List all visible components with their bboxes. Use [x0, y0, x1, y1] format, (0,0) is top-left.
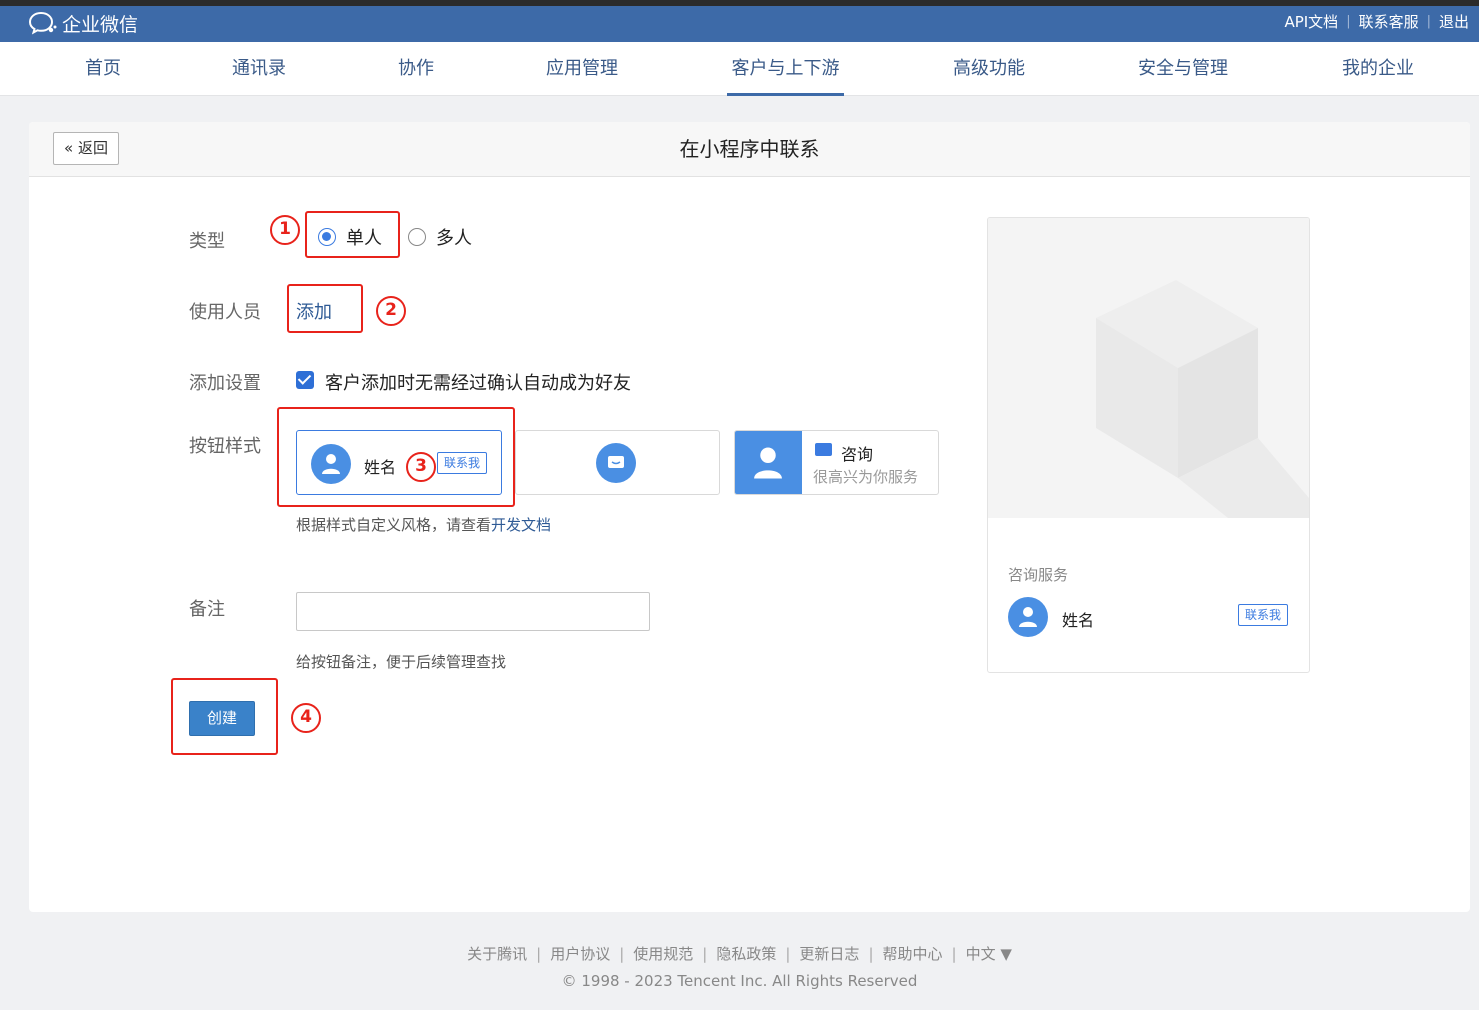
annotation-box-4 [171, 678, 278, 755]
nav-collaboration[interactable]: 协作 [376, 42, 456, 96]
annotation-box-3 [277, 407, 515, 507]
api-docs-link[interactable]: API文档 [1284, 11, 1338, 32]
auto-accept-checkbox[interactable] [296, 371, 314, 389]
nav-advanced[interactable]: 高级功能 [939, 42, 1039, 96]
footer-links: 关于腾讯 | 用户协议 | 使用规范 | 隐私政策 | 更新日志 | 帮助中心 | 中文 ▼ [0, 943, 1479, 964]
type-label: 类型 [189, 231, 225, 252]
users-label: 使用人员 [189, 302, 261, 323]
logo[interactable]: 企业微信 [28, 8, 138, 38]
annotation-box-2 [287, 284, 363, 333]
footer-usage-rules[interactable]: 使用规范 [633, 945, 693, 963]
nav-home[interactable]: 首页 [63, 42, 143, 96]
cube-placeholder-icon [1096, 280, 1309, 518]
chat-icon [815, 443, 832, 456]
contact-support-link[interactable]: 联系客服 [1359, 11, 1419, 32]
preview-card: 咨询服务 姓名 联系我 [987, 217, 1310, 673]
footer-about[interactable]: 关于腾讯 [467, 945, 527, 963]
remark-input[interactable] [296, 592, 650, 631]
button-style-label: 按钮样式 [189, 436, 261, 457]
logout-link[interactable]: 退出 [1439, 11, 1469, 32]
page-title: 在小程序中联系 [679, 137, 820, 161]
logo-text: 企业微信 [62, 13, 139, 36]
separator: | [1426, 13, 1431, 29]
remark-label: 备注 [189, 599, 225, 620]
separator: | [951, 945, 957, 963]
dev-docs-link[interactable]: 开发文档 [491, 516, 551, 534]
footer-help[interactable]: 帮助中心 [883, 945, 943, 963]
annotation-number-1: 1 [270, 215, 300, 245]
user-icon [1019, 607, 1037, 627]
separator: | [536, 945, 542, 963]
separator: | [702, 945, 708, 963]
auto-accept-label: 客户添加时无需经过确认自动成为好友 [325, 373, 631, 394]
separator: | [868, 945, 874, 963]
user-icon [754, 447, 782, 479]
footer-user-agreement[interactable]: 用户协议 [550, 945, 610, 963]
double-chevron-left-icon: « [64, 139, 74, 157]
footer-changelog[interactable]: 更新日志 [799, 945, 859, 963]
separator: | [619, 945, 625, 963]
preview-image [988, 218, 1309, 518]
style-hint: 根据样式自定义风格，请查看开发文档 [296, 514, 551, 535]
back-label: 返回 [77, 139, 108, 157]
nav-app-management[interactable]: 应用管理 [532, 42, 632, 96]
style-option-icon-only[interactable] [515, 430, 720, 495]
remark-hint: 给按钮备注，便于后续管理查找 [296, 653, 507, 671]
radio-multiple[interactable]: 多人 [408, 224, 472, 250]
top-bar: 企业微信 API文档 | 联系客服 | 退出 [0, 6, 1479, 42]
separator: | [1346, 13, 1351, 29]
style-hint-text: 根据样式自定义风格，请查看 [296, 516, 492, 534]
annotation-box-1 [305, 211, 400, 258]
back-button[interactable]: « 返回 [53, 132, 119, 165]
nav-my-enterprise[interactable]: 我的企业 [1328, 42, 1428, 96]
annotation-number-2: 2 [376, 296, 406, 326]
message-icon [608, 456, 624, 468]
separator: | [785, 945, 791, 963]
nav-customers-partners[interactable]: 客户与上下游 [727, 42, 844, 96]
annotation-number-4: 4 [291, 703, 321, 733]
footer-privacy[interactable]: 隐私政策 [716, 945, 776, 963]
wecom-logo-icon [28, 11, 57, 35]
message-avatar [596, 443, 636, 483]
radio-circle [408, 228, 426, 246]
main-nav: 首页 通讯录 协作 应用管理 客户与上下游 高级功能 安全与管理 我的企业 [0, 42, 1479, 96]
preview-name: 姓名 [1062, 611, 1095, 630]
add-setting-label: 添加设置 [189, 373, 261, 394]
top-links: API文档 | 联系客服 | 退出 [1284, 6, 1469, 36]
style3-subtitle: 很高兴为你服务 [813, 468, 919, 486]
panel-header: 在小程序中联系 « 返回 [29, 122, 1470, 177]
style3-title: 咨询 [841, 445, 874, 464]
footer-language-select[interactable]: 中文 ▼ [966, 945, 1012, 963]
copyright: © 1998 - 2023 Tencent Inc. All Rights Re… [561, 972, 918, 990]
preview-contact-tag: 联系我 [1238, 604, 1288, 626]
preview-avatar [1008, 597, 1048, 637]
annotation-number-3: 3 [406, 452, 436, 482]
card-avatar [735, 431, 802, 494]
style-option-card[interactable]: 咨询 很高兴为你服务 [734, 430, 939, 495]
preview-service-title: 咨询服务 [1008, 566, 1069, 584]
nav-security[interactable]: 安全与管理 [1128, 42, 1238, 96]
nav-contacts[interactable]: 通讯录 [219, 42, 299, 96]
radio-multiple-label: 多人 [436, 228, 472, 249]
